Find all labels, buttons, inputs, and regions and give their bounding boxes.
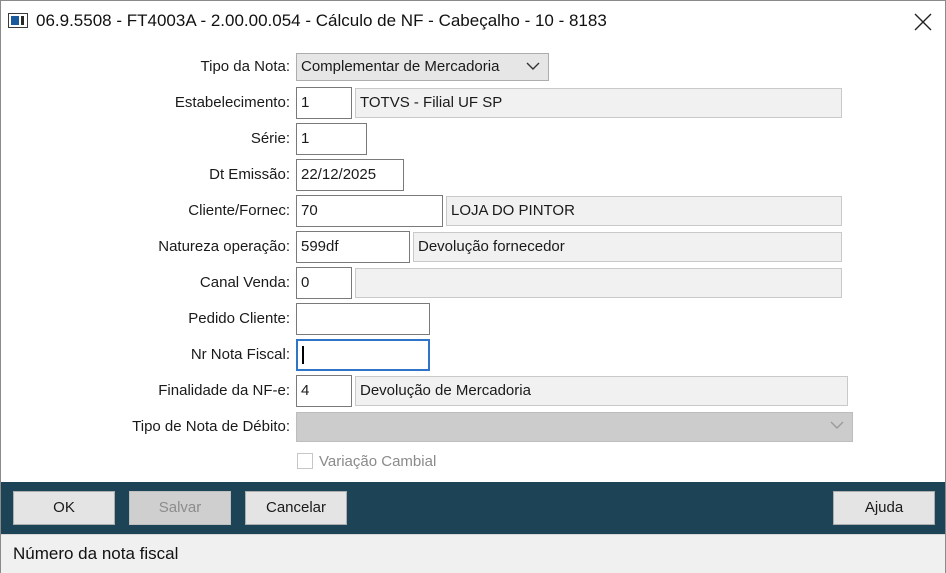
nr-nota-fiscal-input[interactable]: [296, 339, 430, 371]
title-bar: 06.9.5508 - FT4003A - 2.00.00.054 - Cálc…: [1, 1, 945, 41]
status-text: Número da nota fiscal: [13, 544, 179, 563]
close-icon: [914, 13, 932, 31]
dt-emissao-input[interactable]: 22/12/2025: [296, 159, 404, 191]
chevron-down-icon: [526, 62, 540, 70]
canal-venda-label: Canal Venda:: [199, 274, 290, 291]
natureza-operacao-description: Devolução fornecedor: [413, 232, 842, 262]
serie-input[interactable]: 1: [296, 123, 367, 155]
tipo-nota-debito-select[interactable]: [296, 412, 853, 442]
pedido-cliente-label: Pedido Cliente:: [188, 310, 290, 327]
cliente-fornec-description: LOJA DO PINTOR: [446, 196, 842, 226]
cliente-fornec-code-input[interactable]: 70: [296, 195, 443, 227]
ajuda-button[interactable]: Ajuda: [833, 491, 935, 525]
canal-venda-description: [355, 268, 842, 298]
estabelecimento-description: TOTVS - Filial UF SP: [355, 88, 842, 118]
window-title: 06.9.5508 - FT4003A - 2.00.00.054 - Cálc…: [36, 11, 607, 30]
canal-venda-code-input[interactable]: 0: [296, 267, 352, 299]
ok-button[interactable]: OK: [13, 491, 115, 525]
estabelecimento-label: Estabelecimento:: [174, 94, 290, 111]
tipo-nota-label: Tipo da Nota:: [200, 58, 291, 75]
status-bar: Número da nota fiscal: [1, 534, 945, 573]
variacao-cambial-checkbox[interactable]: [297, 453, 313, 469]
variacao-cambial-label: Variação Cambial: [319, 453, 437, 470]
cliente-fornec-label: Cliente/Fornec:: [188, 202, 290, 219]
tipo-nota-value: Complementar de Mercadoria: [301, 58, 500, 75]
finalidade-nfe-label: Finalidade da NF-e:: [158, 382, 290, 399]
close-button[interactable]: [901, 5, 945, 39]
finalidade-nfe-description: Devolução de Mercadoria: [355, 376, 848, 406]
natureza-operacao-label: Natureza operação:: [158, 238, 290, 255]
dialog-window: 06.9.5508 - FT4003A - 2.00.00.054 - Cálc…: [0, 0, 946, 573]
cancelar-button[interactable]: Cancelar: [245, 491, 347, 525]
nr-nota-fiscal-label: Nr Nota Fiscal:: [190, 346, 290, 363]
chevron-down-icon: [830, 421, 844, 429]
tipo-nota-select[interactable]: Complementar de Mercadoria: [296, 53, 549, 81]
estabelecimento-code-input[interactable]: 1: [296, 87, 352, 119]
text-caret: [302, 346, 304, 364]
dt-emissao-label: Dt Emissão:: [209, 166, 290, 183]
natureza-operacao-code-input[interactable]: 599df: [296, 231, 410, 263]
salvar-button[interactable]: Salvar: [129, 491, 231, 525]
pedido-cliente-input[interactable]: [296, 303, 430, 335]
window-app-icon: [8, 13, 28, 28]
button-bar: OK Salvar Cancelar Ajuda: [1, 482, 945, 534]
tipo-nota-debito-label: Tipo de Nota de Débito:: [132, 418, 290, 435]
serie-label: Série:: [250, 130, 290, 147]
finalidade-nfe-code-input[interactable]: 4: [296, 375, 352, 407]
